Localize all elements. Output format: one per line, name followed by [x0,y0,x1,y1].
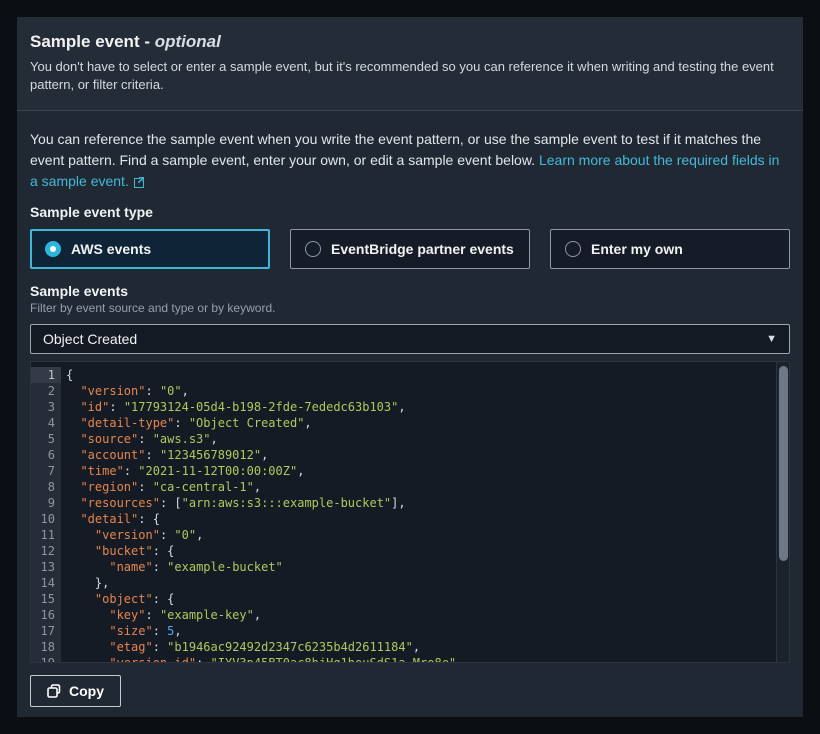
code-line: 6 "account": "123456789012", [31,447,789,463]
sample-events-hint: Filter by event source and type or by ke… [30,301,790,315]
radio-tile-eventbridge-partner-events[interactable]: EventBridge partner events [290,229,530,269]
line-number: 10 [31,511,61,527]
json-code-editor[interactable]: 1{2 "version": "0",3 "id": "17793124-05d… [30,361,790,663]
code-line: 5 "source": "aws.s3", [31,431,789,447]
line-number: 18 [31,639,61,655]
copy-button-label: Copy [69,683,104,699]
radio-tile-label: EventBridge partner events [331,241,514,257]
panel-body: You can reference the sample event when … [17,111,803,717]
line-number: 3 [31,399,61,415]
code-line: 10 "detail": { [31,511,789,527]
code-text: { [61,367,73,383]
code-line: 2 "version": "0", [31,383,789,399]
line-number: 6 [31,447,61,463]
radio-tile-label: AWS events [71,241,151,257]
radio-unselected-icon[interactable] [565,241,581,257]
page-title-optional: optional [155,32,221,51]
copy-button[interactable]: Copy [30,675,121,707]
line-number: 19 [31,655,61,663]
editor-scrollbar-thumb[interactable] [779,366,788,561]
code-text: "id": "17793124-05d4-b198-2fde-7ededc63b… [61,399,406,415]
code-text: }, [61,575,109,591]
code-line: 13 "name": "example-bucket" [31,559,789,575]
chevron-down-icon: ▼ [766,333,777,345]
page-title: Sample event - optional [30,32,790,52]
line-number: 13 [31,559,61,575]
code-text: "account": "123456789012", [61,447,268,463]
code-text: "version-id": "IYV3p45BT0ac8hjHg1houSdS1… [61,655,463,663]
line-number: 8 [31,479,61,495]
code-line: 9 "resources": ["arn:aws:s3:::example-bu… [31,495,789,511]
select-value: Object Created [43,331,137,347]
code-line: 11 "version": "0", [31,527,789,543]
radio-tile-aws-events[interactable]: AWS events [30,229,270,269]
line-number: 1 [31,367,61,383]
line-number: 9 [31,495,61,511]
code-text: "detail-type": "Object Created", [61,415,312,431]
editor-scrollbar-track[interactable] [776,362,789,662]
code-text: "resources": ["arn:aws:s3:::example-buck… [61,495,406,511]
code-line: 4 "detail-type": "Object Created", [31,415,789,431]
code-line: 16 "key": "example-key", [31,607,789,623]
line-number: 12 [31,543,61,559]
line-number: 5 [31,431,61,447]
code-line: 14 }, [31,575,789,591]
code-line: 17 "size": 5, [31,623,789,639]
radio-selected-icon[interactable] [45,241,61,257]
copy-icon [47,684,61,698]
code-line: 12 "bucket": { [31,543,789,559]
code-line: 8 "region": "ca-central-1", [31,479,789,495]
code-text: "etag": "b1946ac92492d2347c6235b4d261118… [61,639,420,655]
sample-events-label: Sample events [30,283,790,299]
line-number: 15 [31,591,61,607]
line-number: 2 [31,383,61,399]
code-content: 1{2 "version": "0",3 "id": "17793124-05d… [31,362,789,663]
sample-event-type-group: AWS events EventBridge partner events Ente… [30,229,790,269]
radio-unselected-icon[interactable] [305,241,321,257]
external-link-icon[interactable] [133,173,145,194]
line-number: 14 [31,575,61,591]
line-number: 11 [31,527,61,543]
sample-event-panel: Sample event - optional You don't have t… [17,17,803,717]
radio-tile-label: Enter my own [591,241,683,257]
panel-header: Sample event - optional You don't have t… [17,17,803,111]
code-text: "size": 5, [61,623,182,639]
code-text: "key": "example-key", [61,607,261,623]
code-line: 3 "id": "17793124-05d4-b198-2fde-7ededc6… [31,399,789,415]
radio-tile-enter-my-own[interactable]: Enter my own [550,229,790,269]
code-text: "bucket": { [61,543,174,559]
line-number: 4 [31,415,61,431]
intro-paragraph: You can reference the sample event when … [30,129,790,194]
code-text: "time": "2021-11-12T00:00:00Z", [61,463,304,479]
code-line: 15 "object": { [31,591,789,607]
code-line: 1{ [31,367,789,383]
line-number: 16 [31,607,61,623]
code-text: "version": "0", [61,527,203,543]
code-line: 7 "time": "2021-11-12T00:00:00Z", [31,463,789,479]
line-number: 17 [31,623,61,639]
sample-event-type-label: Sample event type [30,204,790,220]
code-text: "detail": { [61,511,160,527]
code-line: 18 "etag": "b1946ac92492d2347c6235b4d261… [31,639,789,655]
code-text: "object": { [61,591,174,607]
code-text: "name": "example-bucket" [61,559,283,575]
code-text: "version": "0", [61,383,189,399]
code-text: "source": "aws.s3", [61,431,218,447]
sample-events-select[interactable]: Object Created ▼ [30,324,790,354]
page-description: You don't have to select or enter a samp… [30,58,790,94]
page-title-main: Sample event - [30,32,155,51]
line-number: 7 [31,463,61,479]
code-text: "region": "ca-central-1", [61,479,261,495]
code-line: 19 "version-id": "IYV3p45BT0ac8hjHg1houS… [31,655,789,663]
